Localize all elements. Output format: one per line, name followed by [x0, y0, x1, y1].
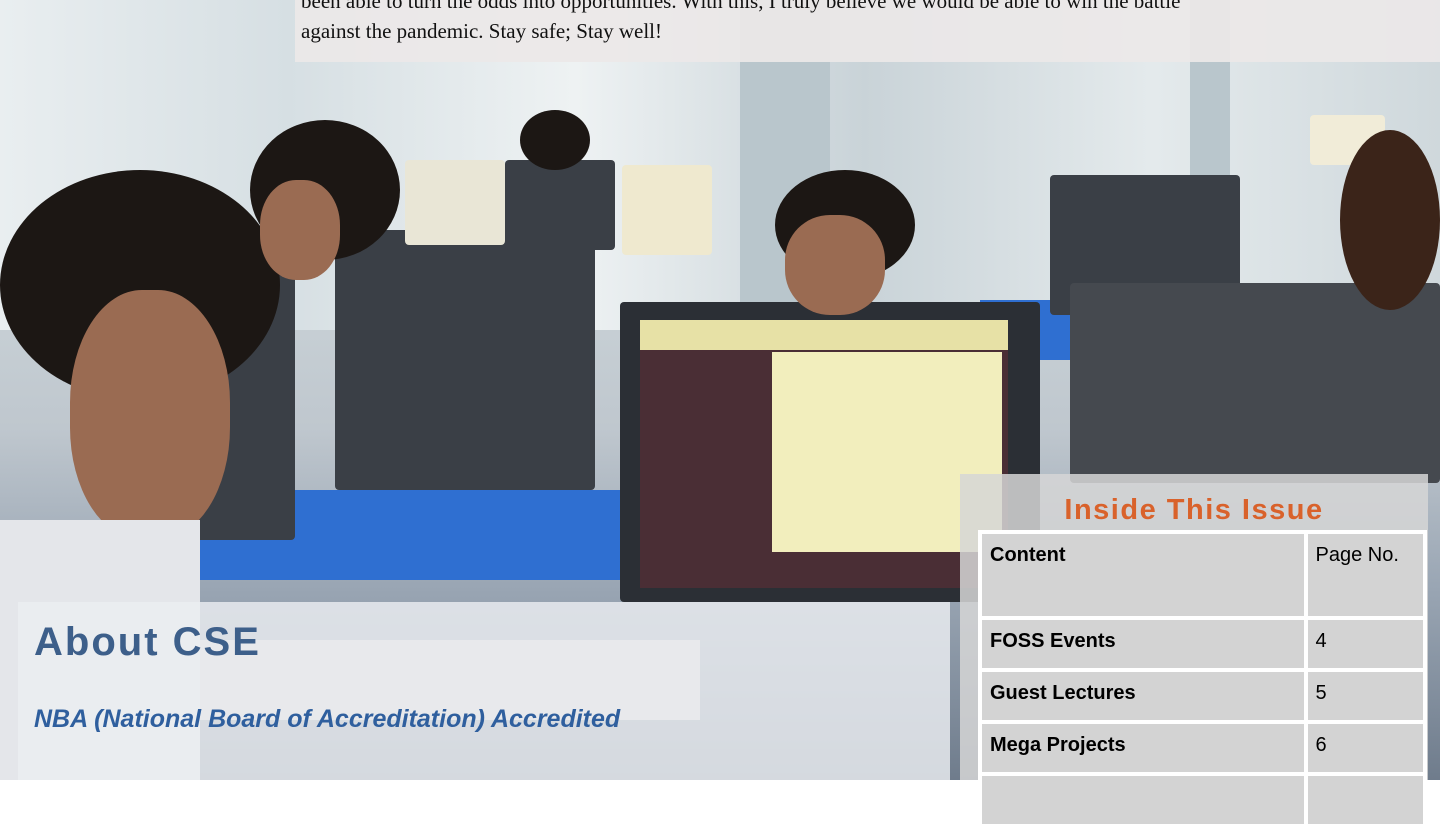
student-hair [1340, 130, 1440, 310]
table-row [980, 774, 1425, 826]
content-cell [980, 774, 1306, 826]
page-cell [1305, 774, 1425, 826]
page-cell: 4 [1305, 618, 1425, 670]
inside-this-issue-panel: Inside This Issue Content Page No. FOSS … [960, 474, 1428, 828]
about-cse-panel: About CSE NBA (National Board of Accredi… [18, 602, 950, 780]
accreditation-subtitle: NBA (National Board of Accreditation) Ac… [34, 705, 621, 733]
monitor [1070, 283, 1440, 483]
page-cell: 6 [1305, 722, 1425, 774]
content-cell: Mega Projects [980, 722, 1306, 774]
content-cell: Guest Lectures [980, 670, 1306, 722]
monitor [622, 165, 712, 255]
student-hair [520, 110, 590, 170]
table-header-row: Content Page No. [980, 532, 1425, 618]
contents-table: Content Page No. FOSS Events 4 Guest Lec… [978, 530, 1427, 828]
article-text-snippet: been able to turn the odds into opportun… [295, 0, 1440, 62]
student-face [785, 215, 885, 315]
about-cse-title: About CSE [34, 620, 261, 664]
table-row[interactable]: Guest Lectures 5 [980, 670, 1425, 722]
content-cell: FOSS Events [980, 618, 1306, 670]
content-column-header: Content [980, 532, 1306, 618]
monitor [405, 160, 505, 245]
screen-titlebar [640, 320, 1008, 350]
page-cell: 5 [1305, 670, 1425, 722]
page-column-header: Page No. [1305, 532, 1425, 618]
inside-this-issue-title: Inside This Issue [1064, 494, 1324, 526]
article-text-line: against the pandemic. Stay safe; Stay we… [301, 19, 662, 43]
article-text-line: been able to turn the odds into opportun… [301, 0, 1181, 13]
student-face [260, 180, 340, 280]
table-row[interactable]: Mega Projects 6 [980, 722, 1425, 774]
monitor [505, 160, 615, 250]
table-row[interactable]: FOSS Events 4 [980, 618, 1425, 670]
monitor [335, 230, 595, 490]
student-face [70, 290, 230, 540]
